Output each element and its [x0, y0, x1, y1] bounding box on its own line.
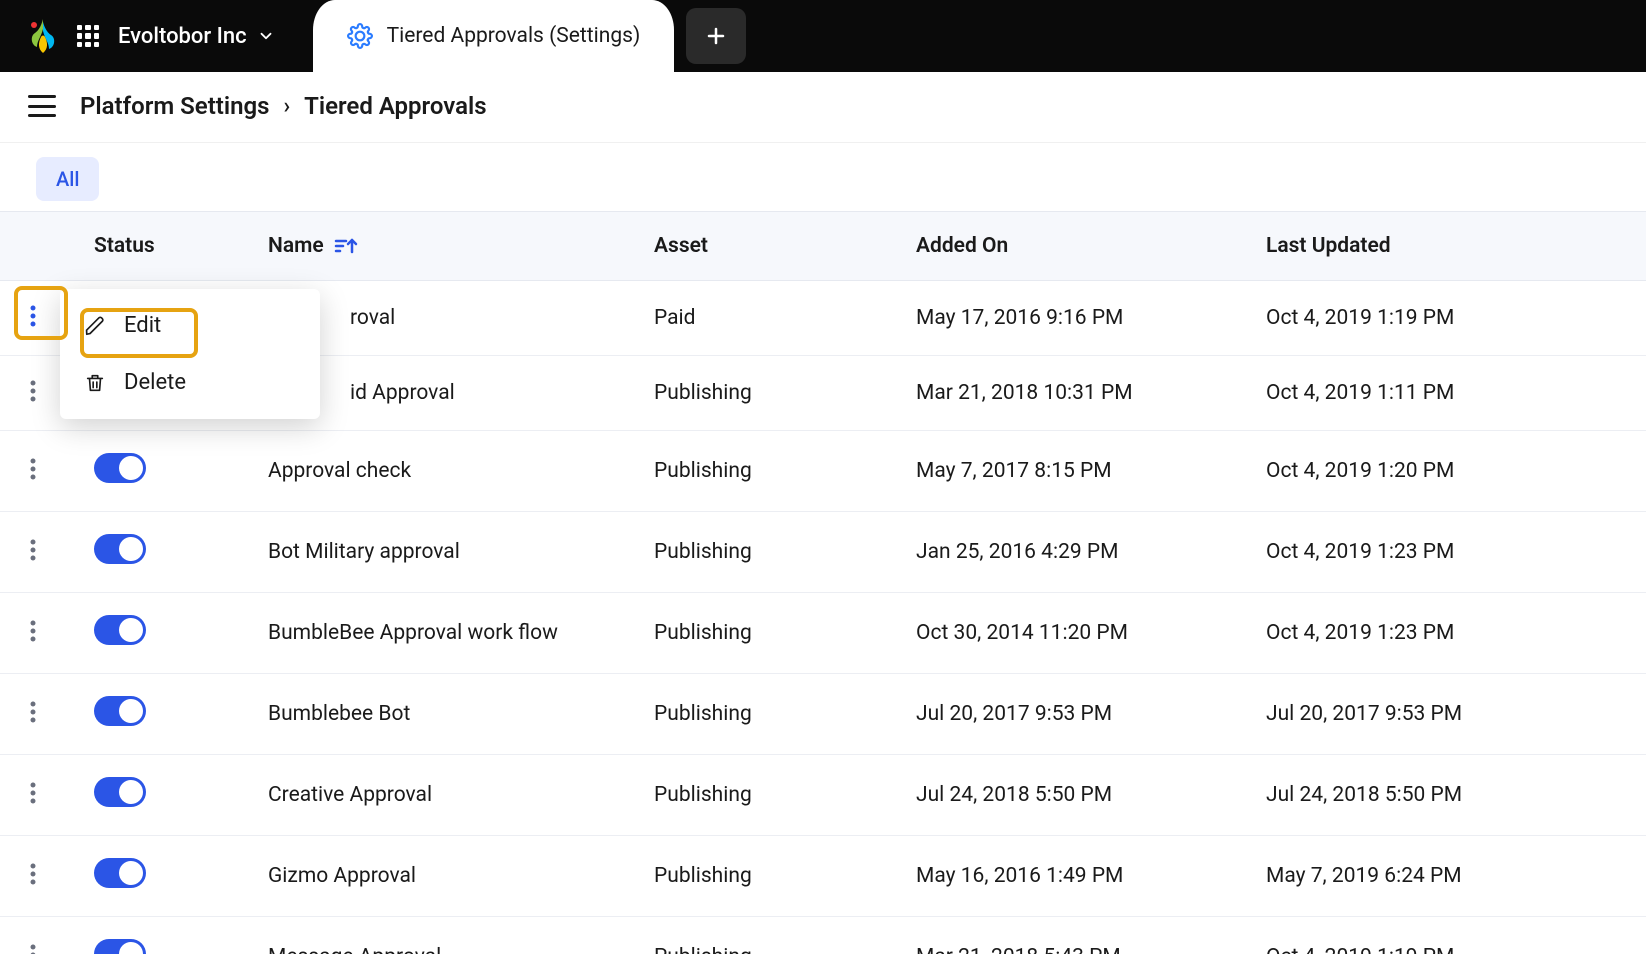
hamburger-menu-icon[interactable] — [28, 95, 56, 117]
top-bar: Evoltobor Inc Tiered Approvals (Settings… — [0, 0, 1646, 72]
app-launcher-icon[interactable] — [76, 24, 100, 48]
table-row: Approval check Publishing May 7, 2017 8:… — [0, 431, 1646, 512]
cell-added: May 16, 2016 1:49 PM — [896, 836, 1246, 917]
status-toggle[interactable] — [94, 777, 146, 807]
menu-item-delete[interactable]: Delete — [60, 354, 320, 411]
filter-chip-all[interactable]: All — [36, 157, 99, 201]
column-header-status[interactable]: Status — [74, 212, 248, 281]
cell-name: Approval check — [248, 431, 634, 512]
column-header-actions — [0, 212, 74, 281]
row-actions-button[interactable] — [20, 303, 46, 329]
row-actions-button[interactable] — [20, 378, 46, 404]
status-toggle[interactable] — [94, 939, 146, 954]
status-toggle[interactable] — [94, 534, 146, 564]
new-tab-button[interactable] — [686, 8, 746, 64]
status-toggle[interactable] — [94, 453, 146, 483]
status-toggle[interactable] — [94, 615, 146, 645]
cell-asset: Paid — [634, 281, 896, 356]
row-actions-button[interactable] — [20, 618, 46, 644]
table-row: Bumblebee Bot Publishing Jul 20, 2017 9:… — [0, 674, 1646, 755]
row-actions-button[interactable] — [20, 780, 46, 806]
cell-updated: Jul 24, 2018 5:50 PM — [1246, 755, 1646, 836]
table-row: Gizmo Approval Publishing May 16, 2016 1… — [0, 836, 1646, 917]
cell-name: Message Approval — [248, 917, 634, 954]
row-actions-button[interactable] — [20, 537, 46, 563]
column-header-name-label: Name — [268, 234, 324, 258]
chevron-down-icon — [257, 27, 275, 45]
cell-updated: Oct 4, 2019 1:23 PM — [1246, 593, 1646, 674]
menu-item-delete-label: Delete — [124, 370, 186, 395]
cell-name: Bumblebee Bot — [248, 674, 634, 755]
column-header-added[interactable]: Added On — [896, 212, 1246, 281]
workspace-switcher[interactable]: Evoltobor Inc — [118, 24, 285, 49]
cell-asset: Publishing — [634, 512, 896, 593]
cell-updated: Oct 4, 2019 1:20 PM — [1246, 431, 1646, 512]
cell-updated: May 7, 2019 6:24 PM — [1246, 836, 1646, 917]
page-header: Platform Settings › Tiered Approvals — [0, 72, 1646, 143]
row-context-menu: Edit Delete — [60, 289, 320, 419]
table-row: Creative Approval Publishing Jul 24, 201… — [0, 755, 1646, 836]
column-header-name[interactable]: Name — [248, 212, 634, 281]
cell-asset: Publishing — [634, 431, 896, 512]
cell-added: Oct 30, 2014 11:20 PM — [896, 593, 1246, 674]
approvals-table: Status Name — [0, 211, 1646, 954]
cell-asset: Publishing — [634, 674, 896, 755]
table-row: Bot Military approval Publishing Jan 25,… — [0, 512, 1646, 593]
cell-asset: Publishing — [634, 593, 896, 674]
cell-name: Creative Approval — [248, 755, 634, 836]
tab-label: Tiered Approvals (Settings) — [387, 24, 641, 48]
cell-added: Mar 21, 2018 10:31 PM — [896, 356, 1246, 431]
breadcrumb-parent[interactable]: Platform Settings — [80, 92, 269, 120]
menu-item-edit[interactable]: Edit — [60, 297, 320, 354]
status-toggle[interactable] — [94, 858, 146, 888]
chevron-right-icon: › — [283, 94, 290, 119]
cell-added: Mar 21, 2018 5:43 PM — [896, 917, 1246, 954]
row-actions-button[interactable] — [20, 861, 46, 887]
cell-asset: Publishing — [634, 755, 896, 836]
cell-updated: Oct 4, 2019 1:23 PM — [1246, 512, 1646, 593]
cell-updated: Oct 4, 2019 1:11 PM — [1246, 356, 1646, 431]
cell-updated: Oct 4, 2019 1:19 PM — [1246, 281, 1646, 356]
column-header-updated[interactable]: Last Updated — [1246, 212, 1646, 281]
gear-icon — [347, 23, 373, 49]
cell-asset: Publishing — [634, 917, 896, 954]
pencil-icon — [84, 315, 106, 337]
workspace-name-label: Evoltobor Inc — [118, 24, 247, 49]
menu-item-edit-label: Edit — [124, 313, 161, 338]
cell-added: May 7, 2017 8:15 PM — [896, 431, 1246, 512]
breadcrumb: Platform Settings › Tiered Approvals — [80, 92, 487, 120]
row-actions-button[interactable] — [20, 942, 46, 954]
breadcrumb-current: Tiered Approvals — [304, 92, 486, 120]
column-header-asset[interactable]: Asset — [634, 212, 896, 281]
cell-asset: Publishing — [634, 836, 896, 917]
cell-name: Gizmo Approval — [248, 836, 634, 917]
cell-added: Jul 24, 2018 5:50 PM — [896, 755, 1246, 836]
cell-name: BumbleBee Approval work flow — [248, 593, 634, 674]
plus-icon — [704, 24, 728, 48]
table-row: BumbleBee Approval work flow Publishing … — [0, 593, 1646, 674]
cell-asset: Publishing — [634, 356, 896, 431]
cell-name: Bot Military approval — [248, 512, 634, 593]
cell-added: Jan 25, 2016 4:29 PM — [896, 512, 1246, 593]
table-row: Message Approval Publishing Mar 21, 2018… — [0, 917, 1646, 954]
tab-tiered-approvals-settings[interactable]: Tiered Approvals (Settings) — [313, 0, 675, 72]
row-actions-button[interactable] — [20, 456, 46, 482]
table-row: Edit Delete roval Paid May 17, 2016 9:16… — [0, 281, 1646, 356]
cell-added: Jul 20, 2017 9:53 PM — [896, 674, 1246, 755]
trash-icon — [84, 372, 106, 394]
status-toggle[interactable] — [94, 696, 146, 726]
filter-row: All — [0, 143, 1646, 211]
cell-updated: Jul 20, 2017 9:53 PM — [1246, 674, 1646, 755]
sort-ascending-icon[interactable] — [334, 237, 358, 255]
cell-added: May 17, 2016 9:16 PM — [896, 281, 1246, 356]
row-actions-button[interactable] — [20, 699, 46, 725]
cell-updated: Oct 4, 2019 1:19 PM — [1246, 917, 1646, 954]
sprinklr-logo-icon[interactable] — [28, 19, 58, 53]
